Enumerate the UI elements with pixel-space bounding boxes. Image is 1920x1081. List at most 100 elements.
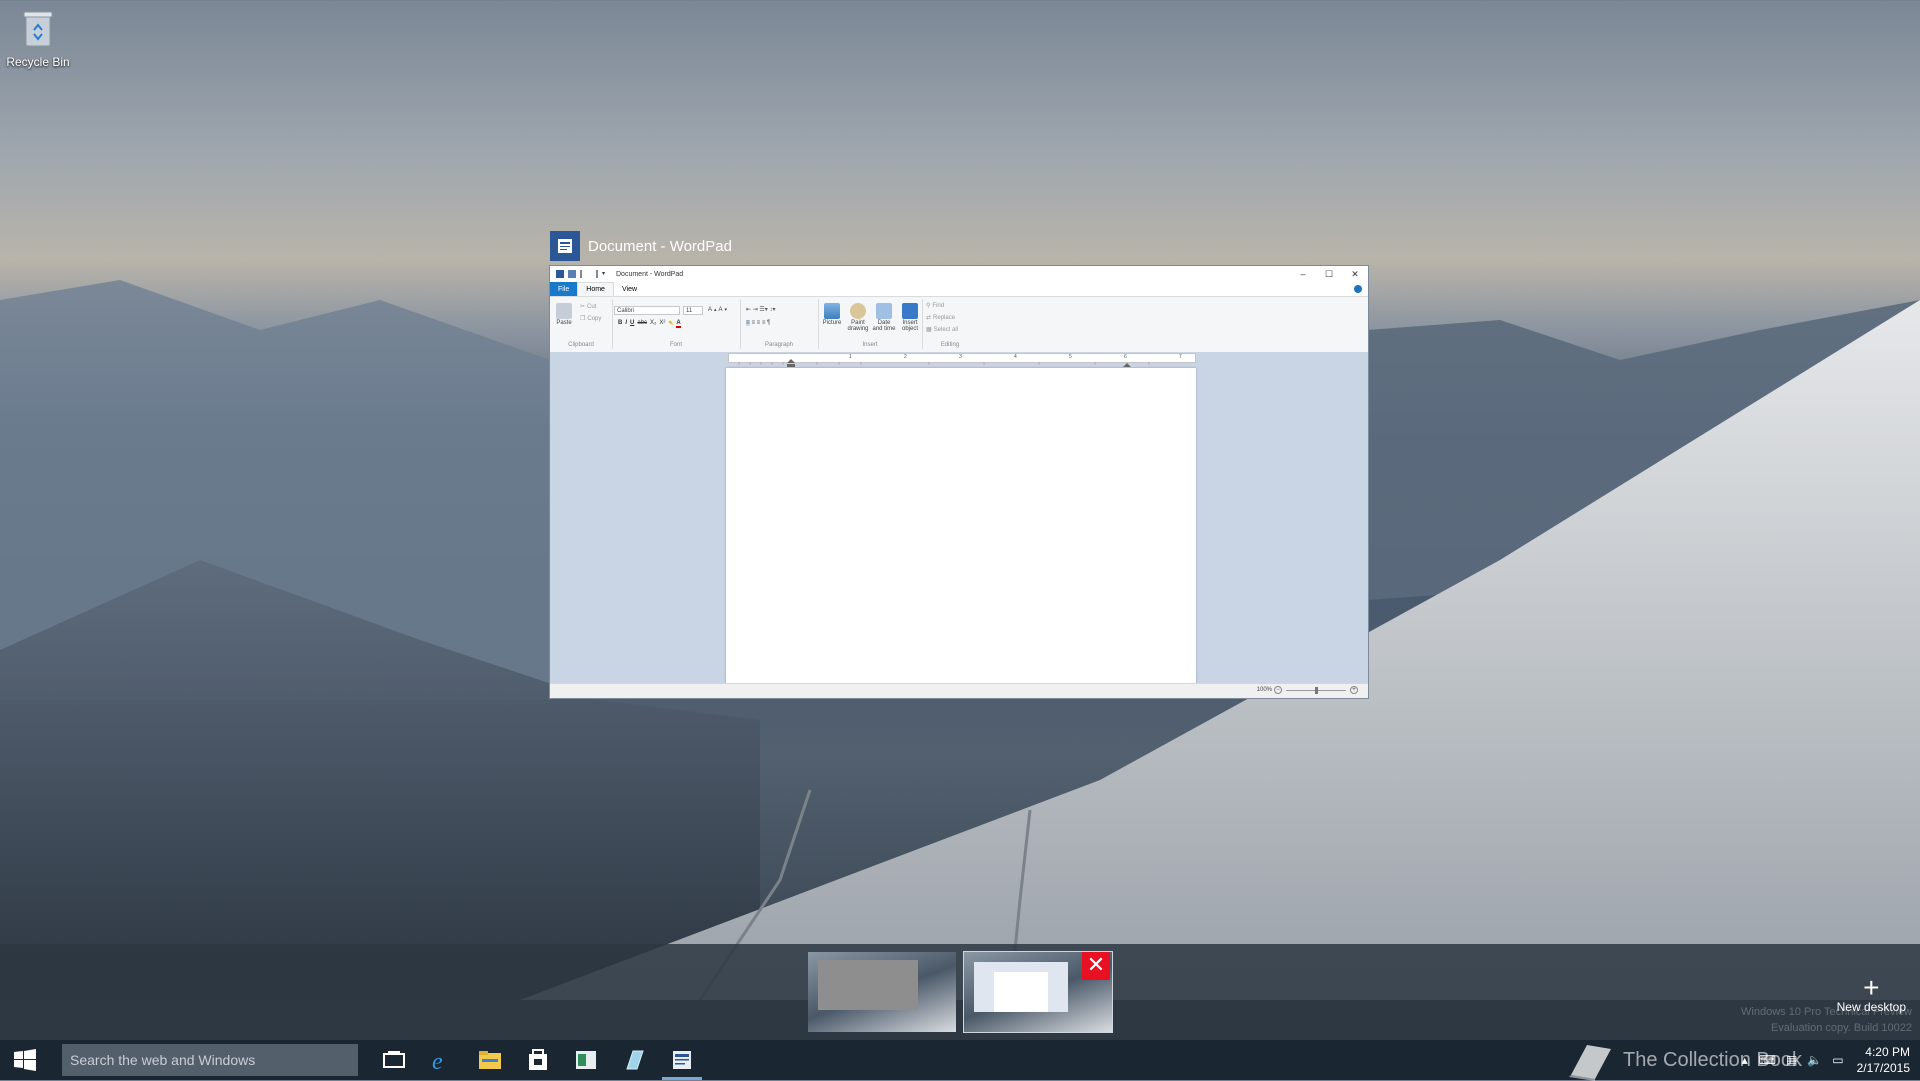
maximize-button[interactable]: ☐ — [1316, 266, 1342, 282]
date-time-button[interactable]: Date and time — [872, 303, 896, 332]
wordpad-titlebar[interactable]: ▾ Document - WordPad – ☐ ✕ — [550, 266, 1368, 282]
paint-palette-icon — [850, 303, 866, 319]
object-icon — [902, 303, 918, 319]
tab-file[interactable]: File — [550, 282, 578, 296]
app-icon-green[interactable] — [562, 1040, 610, 1080]
book-logo-icon — [1569, 1045, 1612, 1081]
replace-icon: ⇄ — [926, 315, 932, 321]
close-desktop-button[interactable]: ✕ — [1082, 952, 1110, 980]
desktop-1-thumbnail[interactable] — [808, 952, 956, 1032]
zoom-level: 100% — [1256, 687, 1272, 693]
store-icon[interactable] — [514, 1040, 562, 1080]
ruler-mark: 5 — [1069, 354, 1072, 360]
action-center-icon[interactable]: ▭ — [1827, 1053, 1848, 1067]
search-input[interactable]: Search the web and Windows — [62, 1044, 358, 1076]
document-page[interactable] — [726, 368, 1196, 684]
svg-text:e: e — [432, 1049, 443, 1073]
cut-button[interactable]: ✂ Cut — [580, 303, 596, 311]
wordpad-window[interactable]: ▾ Document - WordPad – ☐ ✕ File Home Vie… — [550, 266, 1368, 698]
ruler-mark: 6 — [1124, 354, 1127, 360]
bold-button[interactable]: B — [618, 320, 622, 328]
binoculars-icon: ⚲ — [926, 303, 931, 309]
insert-object-button[interactable]: Insert object — [898, 303, 922, 332]
copy-button[interactable]: ❐ Copy — [580, 315, 601, 323]
wordpad-small-icon — [556, 270, 564, 278]
select-all-button[interactable]: ▦ Select all — [926, 326, 958, 334]
windows-logo-icon — [14, 1049, 36, 1071]
ruler[interactable]: 1 2 3 4 5 6 7 — [728, 353, 1196, 367]
font-name-select[interactable]: Calibri — [614, 306, 680, 315]
document-area: 1 2 3 4 5 6 7 — [550, 352, 1368, 684]
group-editing: ⚲ Find ⇄ Replace ▦ Select all Editing — [922, 299, 978, 349]
zoom-slider-handle[interactable] — [1315, 687, 1318, 694]
group-label: Editing — [940, 342, 960, 348]
cut-icon: ✂ — [580, 304, 586, 310]
calendar-icon — [876, 303, 892, 319]
align-left-icon[interactable]: ≡ — [746, 320, 750, 326]
group-label: Font — [669, 342, 682, 348]
tab-home[interactable]: Home — [577, 282, 614, 296]
select-all-icon: ▦ — [926, 327, 932, 333]
zoom-out-button[interactable]: − — [1274, 686, 1282, 694]
group-label: Paragraph — [764, 342, 794, 348]
picture-icon — [824, 303, 840, 319]
indent-buttons[interactable]: ⇤ ⇥ ☰▾ ↕▾ — [746, 306, 775, 313]
recycle-bin-label: Recycle Bin — [6, 55, 70, 69]
paste-icon — [556, 303, 572, 319]
clock[interactable]: 4:20 PM 2/17/2015 — [1849, 1044, 1920, 1076]
volume-icon[interactable]: 🔈 — [1802, 1053, 1827, 1067]
copy-icon: ❐ — [580, 316, 586, 322]
font-color-icon[interactable]: A — [676, 320, 681, 328]
file-explorer-icon[interactable] — [466, 1040, 514, 1080]
font-size-select[interactable]: 11 — [683, 306, 703, 315]
recycle-bin[interactable]: Recycle Bin — [4, 8, 72, 69]
save-icon[interactable] — [568, 270, 576, 278]
italic-button[interactable]: I — [625, 320, 627, 328]
zoom-in-button[interactable]: + — [1350, 686, 1358, 694]
tab-view[interactable]: View — [614, 282, 645, 296]
chevron-down-icon[interactable]: ▾ — [602, 270, 608, 278]
notepad-icon[interactable] — [610, 1040, 658, 1080]
paste-button[interactable]: Paste — [552, 303, 576, 326]
brand-watermark: The Collection Book — [1565, 1040, 1802, 1081]
internet-explorer-icon[interactable]: e — [418, 1040, 466, 1080]
recycle-bin-icon — [23, 11, 53, 47]
ruler-mark: 1 — [849, 354, 852, 360]
close-button[interactable]: ✕ — [1342, 266, 1368, 282]
subscript-button[interactable]: X₂ — [650, 320, 656, 328]
group-insert: Picture Paint drawing Date and time Inse… — [818, 299, 923, 349]
grow-font-button[interactable]: A ▴ A ▾ — [708, 307, 727, 313]
ruler-mark: 3 — [959, 354, 962, 360]
ruler-mark: 2 — [904, 354, 907, 360]
wordpad-app-icon — [550, 231, 580, 261]
replace-button[interactable]: ⇄ Replace — [926, 314, 955, 322]
paint-drawing-button[interactable]: Paint drawing — [846, 303, 870, 332]
alignment-buttons[interactable]: ≡ ≡ ≡ ≡ ¶ — [746, 320, 770, 326]
group-paragraph: ⇤ ⇥ ☰▾ ↕▾ ≡ ≡ ≡ ≡ ¶ Paragraph — [740, 299, 819, 349]
titlebar-text: Document - WordPad — [616, 270, 684, 278]
clock-time: 4:20 PM — [1865, 1045, 1910, 1059]
clock-date: 2/17/2015 — [1856, 1061, 1910, 1075]
undo-icon[interactable] — [580, 270, 587, 278]
underline-button[interactable]: U — [630, 320, 634, 328]
task-view-window-title[interactable]: Document - WordPad — [550, 230, 732, 262]
picture-button[interactable]: Picture — [820, 303, 844, 326]
evaluation-watermark: Windows 10 Pro Technical Preview Evaluat… — [1741, 1006, 1912, 1034]
virtual-desktops-bar — [0, 944, 1920, 1040]
group-font: Calibri 11 A ▴ A ▾ B I U abc X₂ X² ✎ A Fon… — [612, 299, 741, 349]
minimize-button[interactable]: – — [1290, 266, 1316, 282]
superscript-button[interactable]: X² — [659, 320, 665, 328]
help-icon[interactable] — [1354, 285, 1362, 293]
redo-icon[interactable] — [591, 270, 598, 278]
task-view-icon[interactable] — [370, 1040, 418, 1080]
group-clipboard: Paste ✂ Cut ❐ Copy Clipboard — [550, 299, 613, 349]
status-bar: 100% − + — [550, 683, 1368, 698]
start-button[interactable] — [0, 1040, 50, 1080]
highlight-icon[interactable]: ✎ — [668, 320, 673, 328]
plus-icon: + — [1863, 972, 1880, 1003]
ribbon-tabs: File Home View — [550, 282, 1368, 297]
wordpad-taskbar-icon[interactable] — [658, 1040, 706, 1080]
strikethrough-button[interactable]: abc — [637, 320, 647, 328]
find-button[interactable]: ⚲ Find — [926, 302, 944, 310]
window-title-text: Document - WordPad — [588, 237, 732, 255]
